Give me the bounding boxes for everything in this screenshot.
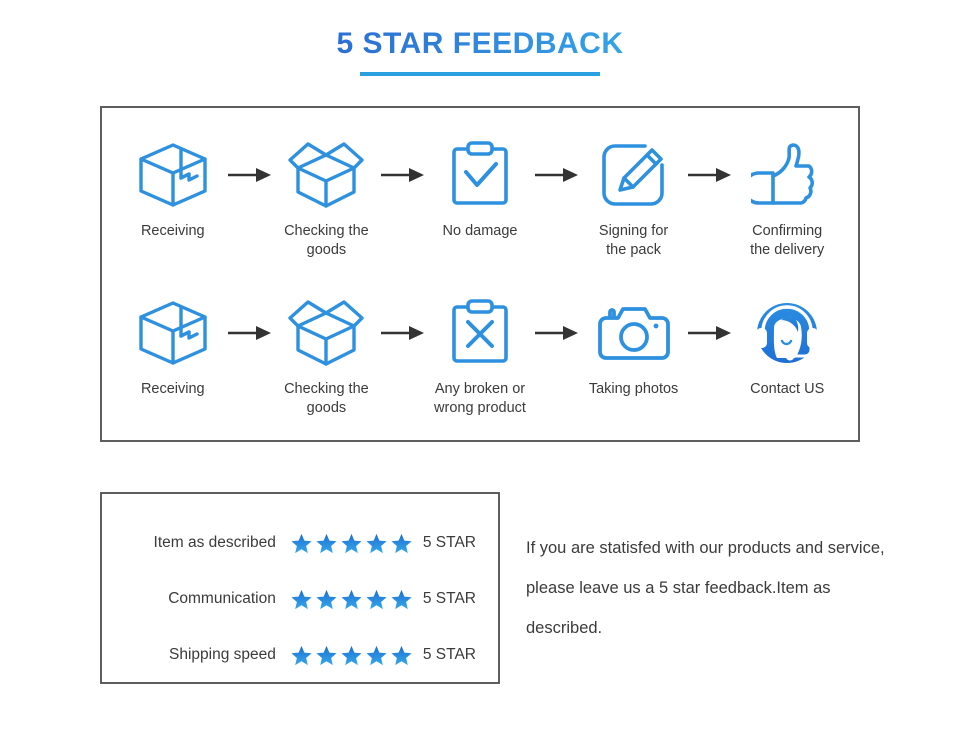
flow-step-label: Receiving (140, 381, 205, 397)
feedback-request-text: If you are statisfed with our products a… (526, 539, 885, 637)
flow-step-signing: Signing for the pack (581, 140, 687, 260)
flow-step-label: Signing for the pack (598, 223, 669, 258)
clipboard-x-icon (444, 298, 516, 368)
process-flow-row-2: Receiving Checking the goods Any broken … (102, 298, 858, 448)
open-box-icon (284, 140, 368, 210)
flow-step-checking-1: Checking the goods (274, 140, 380, 260)
star-icon (366, 589, 387, 609)
star-rating-shipping-speed (290, 644, 413, 667)
flow-step-label: Taking photos (588, 381, 679, 397)
star-icon (341, 645, 362, 665)
flow-step-checking-2: Checking the goods (274, 298, 380, 418)
star-icon (316, 533, 337, 553)
rating-value: 5 STAR (422, 590, 476, 607)
rating-panel: Item as described 5 STAR Communication 5… (100, 492, 500, 684)
arrow-right-icon (226, 140, 274, 210)
page-header: 5 STAR FEEDBACK (0, 24, 960, 76)
flow-step-label: No damage (442, 223, 518, 239)
arrow-right-icon (686, 140, 734, 210)
rating-row: Communication 5 STAR (124, 576, 476, 622)
flow-step-taking-photos: Taking photos (581, 298, 687, 399)
star-icon (341, 589, 362, 609)
flow-step-label: Receiving (140, 223, 205, 239)
flow-step-no-damage: No damage (427, 140, 533, 241)
star-icon (291, 589, 312, 609)
thumbs-up-icon (751, 140, 823, 210)
title-underline (360, 72, 600, 76)
arrow-right-icon (226, 298, 274, 368)
flow-step-broken-product: Any broken or wrong product (427, 298, 533, 418)
flow-step-label: Any broken or wrong product (434, 381, 526, 416)
flow-step-confirming: Confirming the delivery (734, 140, 840, 260)
process-flow-panel: Receiving Checking the goods No damage S… (100, 106, 860, 442)
star-rating-communication (290, 588, 413, 611)
clipboard-check-icon (444, 140, 516, 210)
arrow-right-icon (686, 298, 734, 368)
closed-box-icon (133, 298, 213, 368)
star-icon (391, 645, 412, 665)
flow-step-label: Checking the goods (284, 381, 369, 416)
headset-support-icon (749, 298, 825, 368)
flow-step-label: Contact US (750, 381, 825, 397)
rating-label: Item as described (153, 534, 276, 551)
star-icon (366, 533, 387, 553)
star-icon (316, 645, 337, 665)
rating-value: 5 STAR (422, 646, 476, 663)
closed-box-icon (133, 140, 213, 210)
star-icon (366, 645, 387, 665)
rating-value: 5 STAR (422, 534, 476, 551)
process-flow-row-1: Receiving Checking the goods No damage S… (102, 140, 858, 290)
star-icon (291, 645, 312, 665)
open-box-icon (284, 298, 368, 368)
rating-label: Shipping speed (169, 646, 276, 663)
star-icon (391, 533, 412, 553)
star-icon (316, 589, 337, 609)
camera-icon (594, 298, 674, 368)
rating-row: Shipping speed 5 STAR (124, 632, 476, 678)
flow-step-contact-us: Contact US (734, 298, 840, 399)
pencil-edit-icon (598, 140, 670, 210)
flow-step-label: Confirming the delivery (750, 223, 825, 258)
arrow-right-icon (379, 298, 427, 368)
arrow-right-icon (533, 298, 581, 368)
page-title: 5 STAR FEEDBACK (337, 24, 624, 64)
rating-label: Communication (168, 590, 276, 607)
arrow-right-icon (533, 140, 581, 210)
star-icon (291, 533, 312, 553)
arrow-right-icon (379, 140, 427, 210)
flow-step-label: Checking the goods (284, 223, 369, 258)
star-icon (391, 589, 412, 609)
star-icon (341, 533, 362, 553)
rating-row: Item as described 5 STAR (124, 520, 476, 566)
flow-step-receiving-2: Receiving (120, 298, 226, 399)
flow-step-receiving-1: Receiving (120, 140, 226, 241)
star-rating-item-as-described (290, 532, 413, 555)
